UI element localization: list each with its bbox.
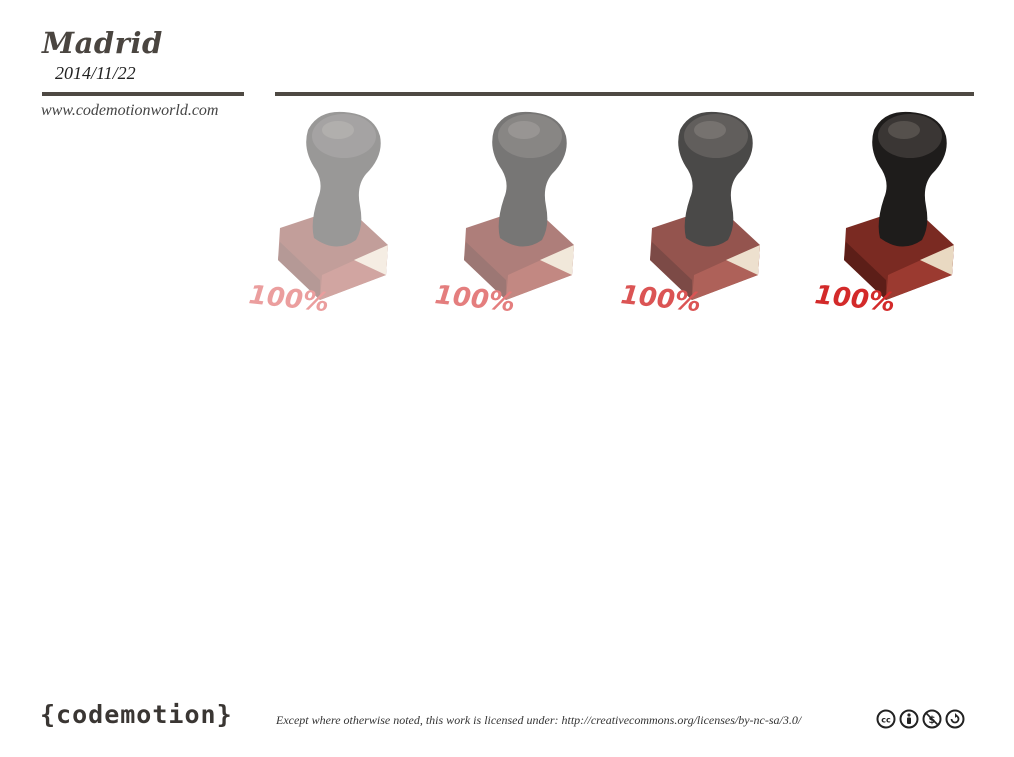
rubber-stamp-4: 100% [814,110,964,325]
main-divider [275,92,974,96]
stamp-image: 100% [814,111,954,318]
event-date: 2014/11/22 [55,63,136,83]
stamp-image: 100% [620,111,760,318]
creative-commons-badges: cc $ [876,709,965,729]
city-title: Madrid [42,26,163,60]
left-divider [42,92,244,96]
stamp-image: 100% [248,111,388,318]
svg-text:cc: cc [881,716,891,725]
rubber-stamp-3: 100% [620,110,770,325]
stamp-image: 100% [434,111,574,318]
rubber-stamp-2: 100% [434,110,584,325]
cc-icon: cc [876,709,896,729]
by-icon [899,709,919,729]
nc-icon: $ [922,709,942,729]
license-text: Except where otherwise noted, this work … [276,713,802,727]
codemotion-logo: {codemotion} [40,700,233,729]
rubber-stamp-1: 100% [248,110,398,325]
sa-icon [945,709,965,729]
stamp-row: 100% 100% 100% 100% [248,110,974,325]
website-link[interactable]: www.codemotionworld.com [41,102,218,120]
